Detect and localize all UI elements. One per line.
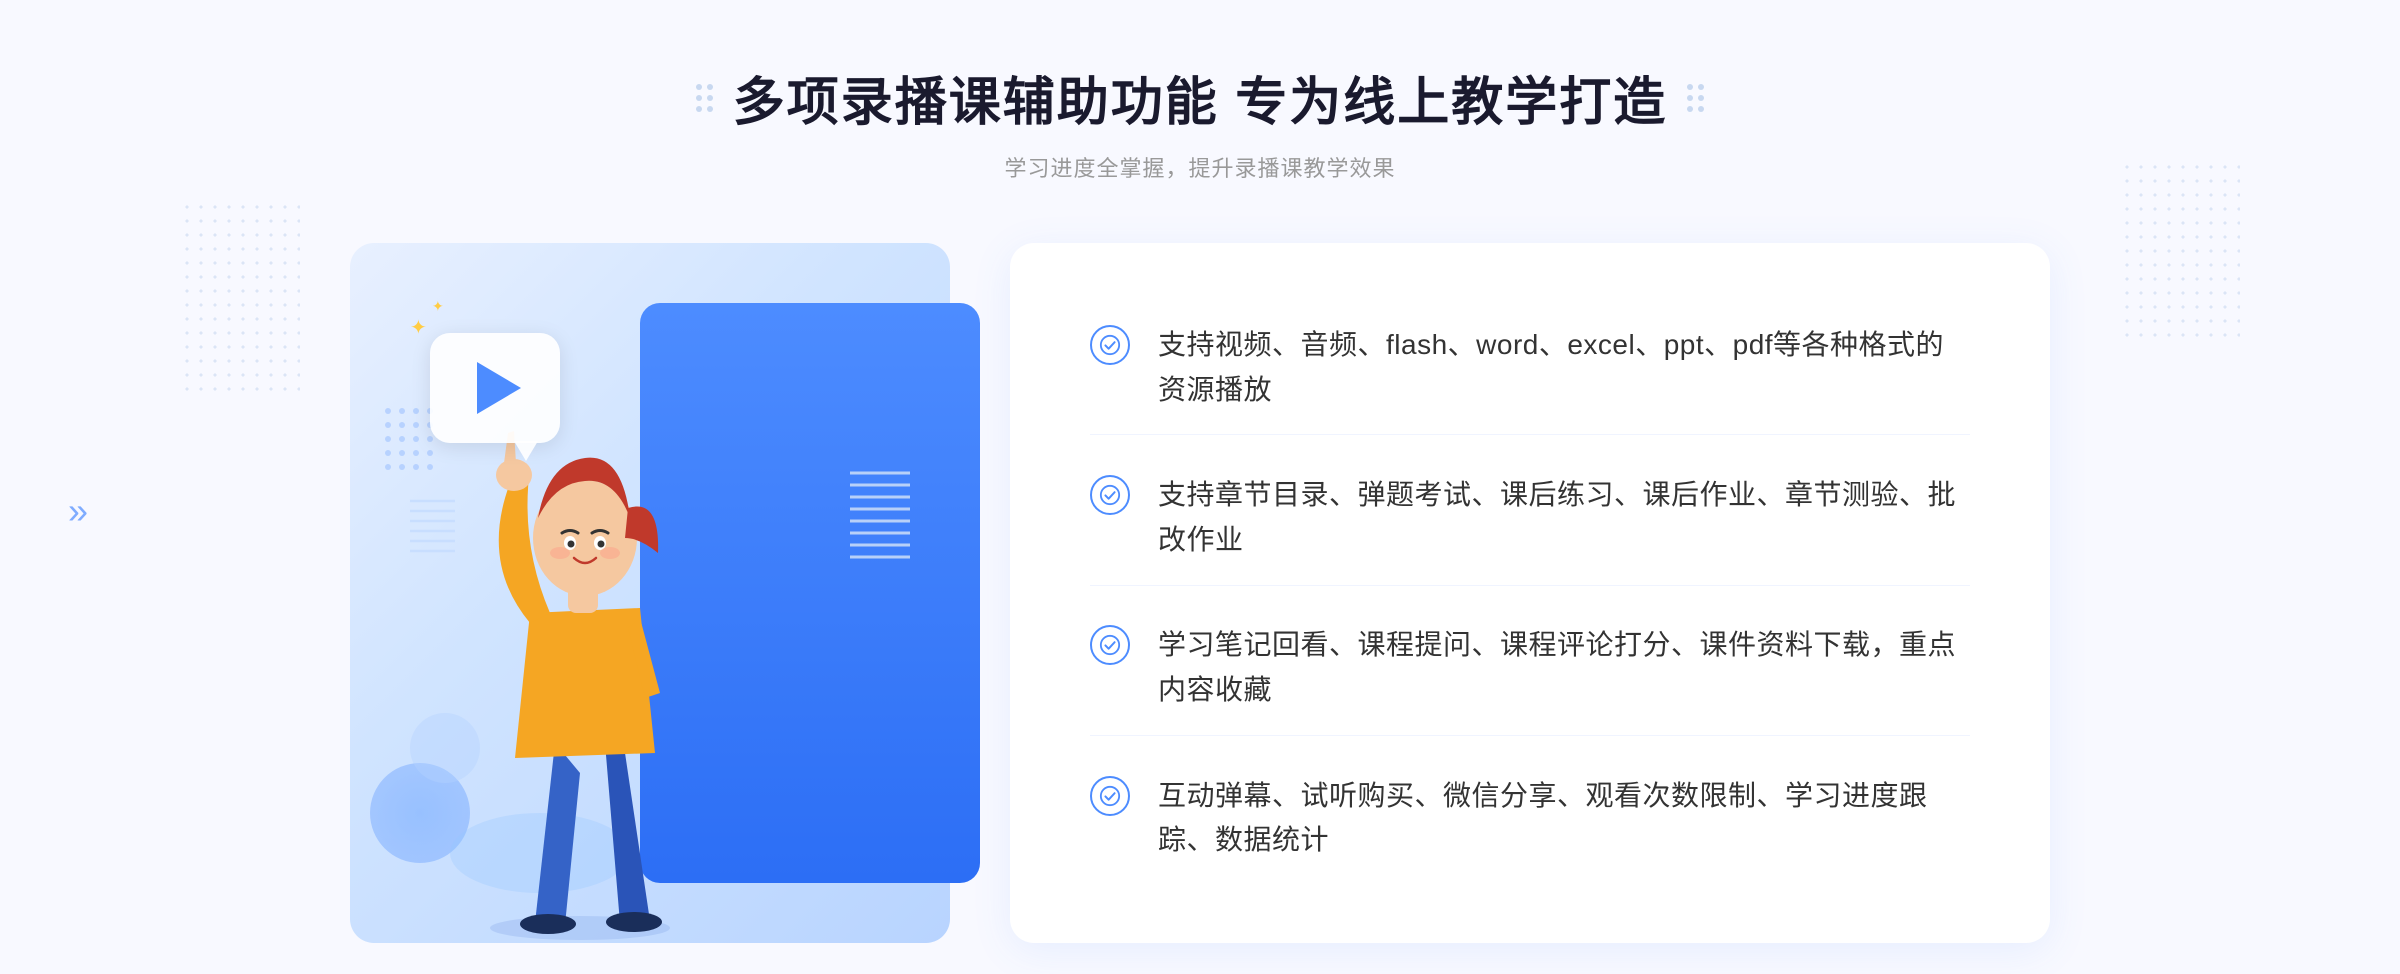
chevron-left-icon: » [68, 490, 88, 532]
check-icon-1 [1090, 325, 1130, 365]
page-subtitle: 学习进度全掌握，提升录播课教学效果 [696, 151, 1704, 183]
features-panel: 支持视频、音频、flash、word、excel、ppt、pdf等各种格式的资源… [1010, 243, 2050, 943]
feature-item-3: 学习笔记回看、课程提问、课程评论打分、课件资料下载，重点内容收藏 [1090, 601, 1970, 736]
feature-item-4: 互动弹幕、试听购买、微信分享、观看次数限制、学习进度跟踪、数据统计 [1090, 752, 1970, 886]
content-section: ✦ ✦ [350, 243, 2050, 943]
header-title-row: 多项录播课辅助功能 专为线上教学打造 [696, 60, 1704, 135]
check-icon-3 [1090, 625, 1130, 665]
page-container: » 多项录播课辅助功能 专为线上教学打造 学习进度全掌握，提升录播课教学效果 [0, 0, 2400, 974]
feature-item-1: 支持视频、音频、flash、word、excel、ppt、pdf等各种格式的资源… [1090, 301, 1970, 436]
star-icon-2: ✦ [432, 298, 444, 315]
page-title: 多项录播课辅助功能 专为线上教学打造 [733, 60, 1667, 135]
feature-text-1: 支持视频、音频、flash、word、excel、ppt、pdf等各种格式的资源… [1158, 323, 1970, 413]
feature-text-3: 学习笔记回看、课程提问、课程评论打分、课件资料下载，重点内容收藏 [1158, 623, 1970, 713]
check-icon-4 [1090, 776, 1130, 816]
deco-lines [850, 463, 920, 588]
star-icon-1: ✦ [410, 315, 427, 340]
decorative-dots-left [696, 84, 713, 112]
bg-dots-right [2120, 160, 2240, 340]
header-section: 多项录播课辅助功能 专为线上教学打造 学习进度全掌握，提升录播课教学效果 [696, 60, 1704, 183]
feature-item-2: 支持章节目录、弹题考试、课后练习、课后作业、章节测验、批改作业 [1090, 451, 1970, 586]
play-bubble [430, 333, 560, 443]
check-icon-2 [1090, 475, 1130, 515]
play-triangle-icon [477, 362, 521, 414]
bg-dots-left [180, 200, 300, 400]
illustration-panel: ✦ ✦ [350, 243, 950, 943]
decorative-dots-right [1687, 84, 1704, 112]
feature-text-2: 支持章节目录、弹题考试、课后练习、课后作业、章节测验、批改作业 [1158, 473, 1970, 563]
feature-text-4: 互动弹幕、试听购买、微信分享、观看次数限制、学习进度跟踪、数据统计 [1158, 774, 1970, 864]
